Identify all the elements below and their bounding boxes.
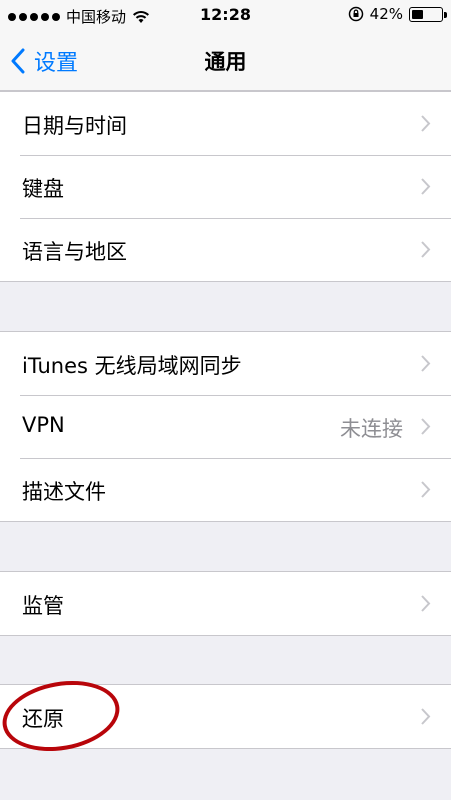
page-title: 通用: [204, 50, 247, 74]
row-label: VPN: [22, 413, 65, 437]
battery-icon: [409, 6, 447, 22]
row-label: 语言与地区: [22, 240, 127, 264]
battery-level: [412, 9, 423, 19]
navigation-bar: 设置 通用: [0, 30, 451, 91]
vpn-status-value: 未连接: [340, 417, 403, 441]
row-label: iTunes 无线局域网同步: [22, 354, 242, 378]
list-item-profiles[interactable]: 描述文件: [0, 458, 451, 521]
list-item-itunes-wifi-sync[interactable]: iTunes 无线局域网同步: [0, 332, 451, 395]
chevron-right-icon: [421, 355, 431, 372]
chevron-right-icon: [421, 115, 431, 132]
chevron-right-icon: [421, 708, 431, 725]
list-item-keyboard[interactable]: 键盘: [0, 155, 451, 218]
chevron-right-icon: [421, 241, 431, 258]
list-item-vpn[interactable]: VPN 未连接: [0, 395, 451, 458]
settings-group-sync: iTunes 无线局域网同步 VPN 未连接 描述文件: [0, 331, 451, 522]
row-label: 键盘: [22, 177, 64, 201]
settings-group-datetime: 日期与时间 键盘 语言与地区: [0, 91, 451, 282]
row-label: 描述文件: [22, 480, 106, 504]
list-item-date-time[interactable]: 日期与时间: [0, 92, 451, 155]
rotation-lock-icon: [348, 6, 363, 22]
settings-group-supervision: 监管: [0, 571, 451, 636]
chevron-right-icon: [421, 418, 431, 435]
list-item-supervision[interactable]: 监管: [0, 572, 451, 635]
list-item-language-region[interactable]: 语言与地区: [0, 218, 451, 281]
row-label: 日期与时间: [22, 114, 127, 138]
chevron-right-icon: [421, 595, 431, 612]
chevron-right-icon: [421, 178, 431, 195]
status-bar: 中国移动 12:28 42%: [0, 0, 451, 30]
row-label: 监管: [22, 594, 64, 618]
battery-percent: 42%: [369, 5, 403, 23]
status-right: 42%: [348, 5, 447, 23]
chevron-right-icon: [421, 481, 431, 498]
